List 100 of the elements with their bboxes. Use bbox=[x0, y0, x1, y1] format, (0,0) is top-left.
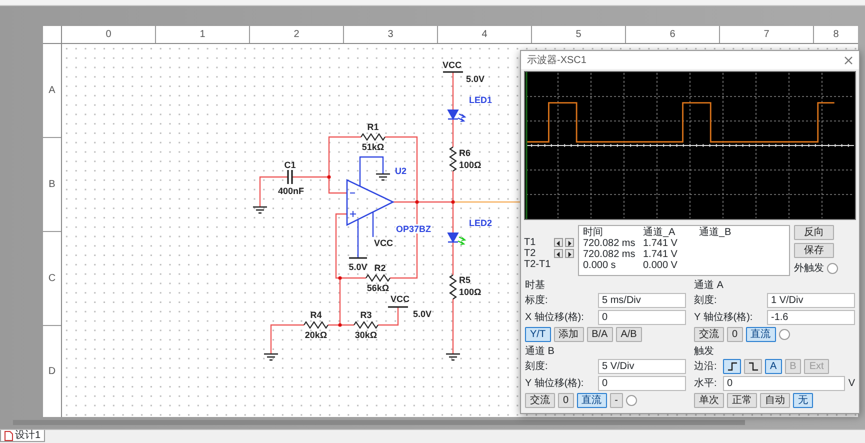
value-field[interactable]: 0 bbox=[598, 310, 686, 325]
source-button[interactable]: A bbox=[765, 359, 782, 374]
ruler-label: 4 bbox=[482, 28, 488, 42]
power-net-label: VCC bbox=[390, 294, 410, 304]
coupling-button[interactable]: 交流 bbox=[694, 327, 724, 342]
mode-button[interactable]: B/A bbox=[586, 327, 613, 342]
power-net-label: VCC bbox=[442, 60, 462, 70]
component-ref-label: R2 bbox=[374, 263, 386, 273]
pin-wire bbox=[357, 220, 359, 258]
component-ref-label: R1 bbox=[367, 122, 379, 132]
column-header: 通道_A bbox=[643, 227, 676, 238]
junction-dot bbox=[415, 200, 419, 204]
component-ref-label: R3 bbox=[360, 310, 372, 320]
mode-button[interactable]: 正常 bbox=[727, 393, 757, 408]
readout-value: 1.741 V bbox=[643, 249, 678, 260]
window-title: 示波器-XSC1 bbox=[527, 54, 586, 68]
coupling-button[interactable]: 直流 bbox=[746, 327, 776, 342]
mode-button[interactable]: 自动 bbox=[760, 393, 790, 408]
value-field[interactable]: 0 bbox=[598, 376, 686, 391]
left-arrow-icon[interactable] bbox=[554, 249, 563, 258]
falling-edge-icon[interactable] bbox=[744, 359, 762, 374]
pin-wire bbox=[372, 212, 374, 237]
wire bbox=[452, 299, 454, 354]
wire bbox=[270, 324, 304, 354]
junction-dot bbox=[338, 276, 342, 280]
right-arrow-icon[interactable] bbox=[565, 249, 574, 258]
ruler-label: C bbox=[48, 272, 56, 286]
field-label: X 轴位移(格): bbox=[525, 310, 585, 325]
close-icon[interactable] bbox=[844, 56, 853, 64]
right-arrow-icon[interactable] bbox=[565, 238, 574, 247]
value-field[interactable]: -1.6 bbox=[767, 310, 855, 325]
field-label: 标度: bbox=[525, 294, 549, 308]
component-value-label: 100Ω bbox=[459, 287, 482, 297]
ruler-label: 7 bbox=[764, 28, 770, 42]
section-title: 通道 B bbox=[525, 346, 556, 358]
ruler-label: 8 bbox=[833, 28, 839, 42]
coupling-button[interactable]: 直流 bbox=[576, 393, 607, 408]
component-ref-label: LED1 bbox=[469, 95, 492, 105]
field-label: 刻度: bbox=[694, 294, 718, 308]
radio-button[interactable] bbox=[827, 263, 838, 274]
ruler-label: D bbox=[48, 365, 56, 379]
value-field[interactable]: 1 V/Div bbox=[767, 293, 855, 308]
readout-value: 1.741 V bbox=[643, 238, 678, 249]
resistor-symbol bbox=[304, 321, 328, 329]
probe-wire bbox=[453, 201, 522, 203]
ground-symbol bbox=[375, 173, 391, 181]
mode-button[interactable]: 单次 bbox=[694, 393, 724, 408]
left-arrow-icon[interactable] bbox=[554, 238, 563, 247]
rising-edge-icon[interactable] bbox=[723, 359, 741, 374]
cursor-label: T2-T1 bbox=[524, 259, 552, 270]
mode-button[interactable]: Y/T bbox=[525, 327, 551, 342]
field-label: Y 轴位移(格): bbox=[525, 376, 585, 391]
mode-button[interactable]: A/B bbox=[616, 327, 642, 342]
readout-value: 0.000 V bbox=[643, 260, 678, 271]
section-title: 通道 A bbox=[694, 280, 724, 292]
opamp-symbol bbox=[346, 178, 394, 226]
component-ref-label: R5 bbox=[459, 275, 471, 285]
coupling-button[interactable]: - bbox=[610, 393, 623, 408]
component-ref-label: R6 bbox=[459, 148, 471, 158]
junction-dot bbox=[451, 200, 455, 204]
ruler-label: A bbox=[48, 84, 56, 98]
mode-button[interactable]: 添加 bbox=[554, 327, 584, 342]
save-button[interactable]: 保存 bbox=[794, 243, 834, 258]
voltage-label: 5.0V bbox=[466, 74, 485, 84]
field-label: 水平: bbox=[694, 376, 718, 391]
ruler-label: 3 bbox=[388, 28, 394, 42]
ground-symbol bbox=[263, 353, 279, 361]
section-title: 触发 bbox=[694, 346, 715, 358]
radio-button[interactable] bbox=[626, 395, 637, 406]
coupling-button[interactable]: 0 bbox=[558, 393, 574, 408]
resistor-symbol bbox=[360, 133, 386, 141]
document-tab[interactable]: 设计1 bbox=[0, 430, 45, 442]
component-ref-label: U2 bbox=[395, 166, 407, 176]
voltage-label: 5.0V bbox=[413, 309, 432, 319]
value-field[interactable]: 5 V/Div bbox=[598, 359, 686, 374]
value-field[interactable]: 5 ms/Div bbox=[598, 293, 686, 308]
column-header: 时间 bbox=[583, 227, 604, 238]
document-icon bbox=[4, 430, 13, 440]
mode-button[interactable]: 无 bbox=[793, 393, 813, 408]
ground-symbol bbox=[445, 353, 461, 361]
wire bbox=[378, 307, 399, 326]
voltage-label: 5.0V bbox=[348, 262, 368, 272]
pin-wire bbox=[359, 156, 384, 186]
readout-value: 0.000 s bbox=[583, 260, 617, 271]
field-label: Y 轴位移(格): bbox=[694, 310, 754, 325]
ruler-label: 6 bbox=[670, 28, 676, 42]
coupling-button[interactable]: 0 bbox=[727, 327, 743, 342]
field-label: 刻度: bbox=[525, 360, 549, 374]
ext-trigger-label: 外触发 bbox=[794, 262, 824, 276]
radio-button[interactable] bbox=[778, 329, 790, 340]
component-ref-label: R4 bbox=[310, 310, 322, 320]
coupling-button[interactable]: 交流 bbox=[525, 393, 555, 408]
component-value-label: 56kΩ bbox=[366, 283, 390, 293]
reverse-button[interactable]: 反向 bbox=[794, 225, 834, 240]
scrollbar-thumb[interactable] bbox=[13, 420, 745, 425]
cursor-label: T2 bbox=[524, 248, 537, 259]
wire bbox=[452, 72, 454, 110]
ruler-label: 1 bbox=[200, 28, 206, 42]
value-field[interactable]: 0 bbox=[723, 376, 846, 391]
wire bbox=[452, 119, 454, 147]
